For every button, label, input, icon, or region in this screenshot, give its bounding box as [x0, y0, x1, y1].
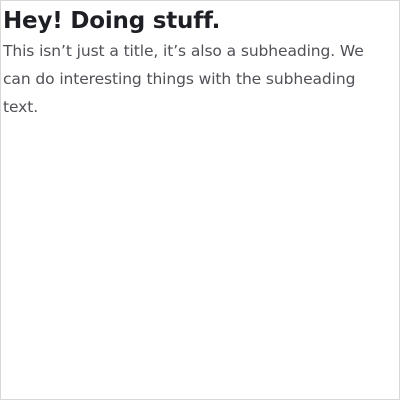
page-title: Hey! Doing stuff. — [3, 8, 221, 34]
page-content: Hey! Doing stuff. This isn’t just a titl… — [3, 5, 395, 121]
page-subheading: This isn’t just a title, it’s also a sub… — [3, 42, 364, 116]
